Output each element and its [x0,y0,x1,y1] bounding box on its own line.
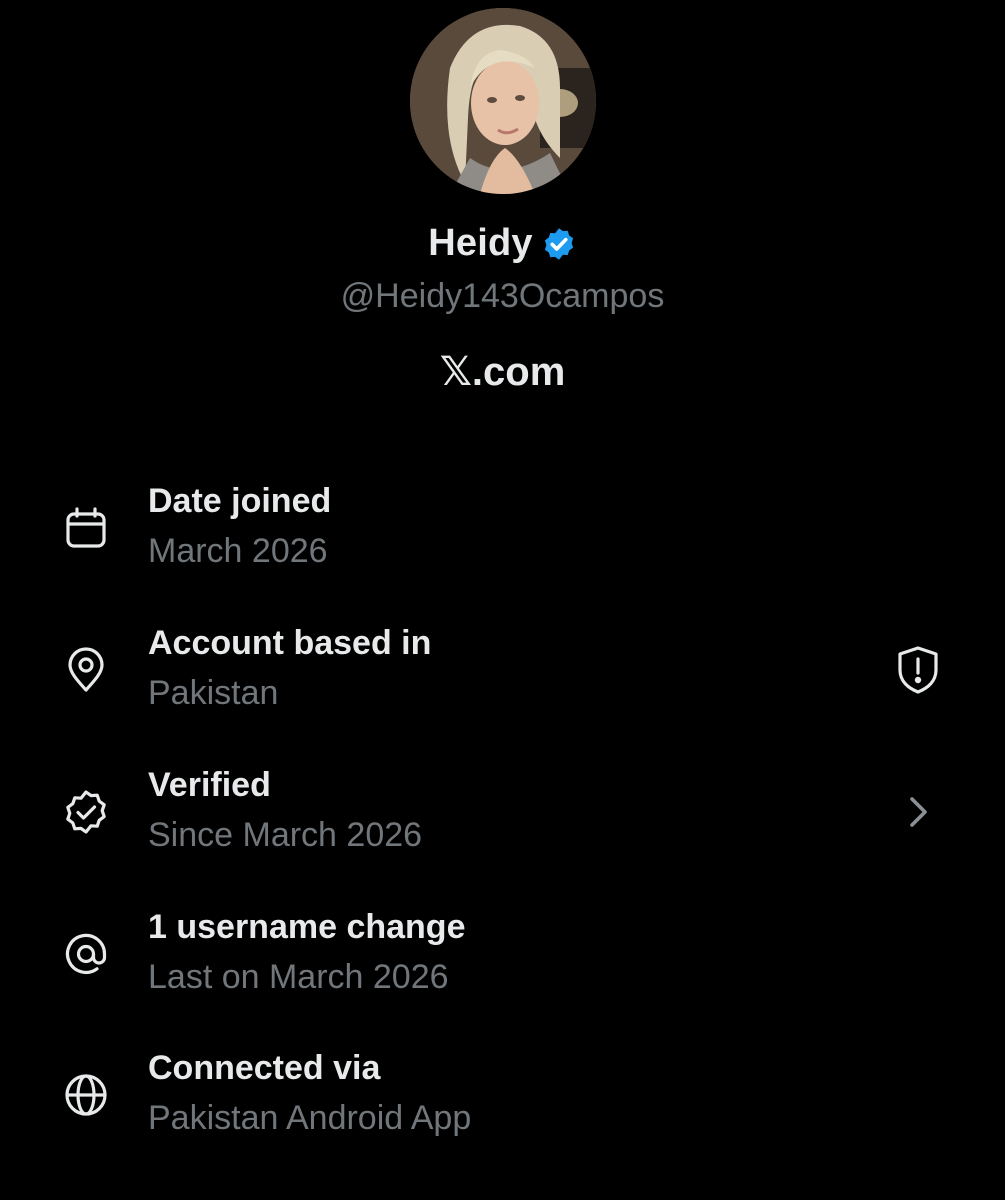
about-row-title: Verified [148,766,271,804]
display-name: Heidy [428,222,533,264]
location-pin-icon [62,646,110,694]
about-row-connected-via: Connected via Pakistan Android App [0,1049,1005,1169]
about-row-subtitle: March 2026 [148,532,328,570]
about-row-subtitle: Since March 2026 [148,816,423,854]
calendar-icon [62,504,110,552]
verified-outline-icon [62,788,110,836]
about-row-title: Date joined [148,482,332,520]
about-row-title: Connected via [148,1049,381,1087]
chevron-right-icon[interactable] [892,786,944,838]
about-row-title: Account based in [148,624,432,662]
globe-icon [62,1071,110,1119]
verified-badge-icon[interactable] [541,226,577,262]
about-row-subtitle: Pakistan Android App [148,1099,472,1137]
about-row-subtitle: Pakistan [148,674,279,712]
about-row-account-based-in: Account based in Pakistan [0,624,1005,744]
shield-alert-icon[interactable] [892,644,944,696]
profile-avatar[interactable] [410,8,596,194]
about-row-verified[interactable]: Verified Since March 2026 [0,766,1005,886]
about-row-title: 1 username change [148,908,466,946]
about-row-username-change: 1 username change Last on March 2026 [0,908,1005,1028]
profile-name-row: Heidy [0,222,1005,265]
platform-label: 𝕏.com [439,350,566,394]
avatar-image [410,8,596,194]
about-row-date-joined: Date joined March 2026 [0,482,1005,602]
at-sign-icon [62,930,110,978]
about-row-subtitle: Last on March 2026 [148,958,449,996]
profile-handle: @Heidy143Ocampos [340,277,665,315]
